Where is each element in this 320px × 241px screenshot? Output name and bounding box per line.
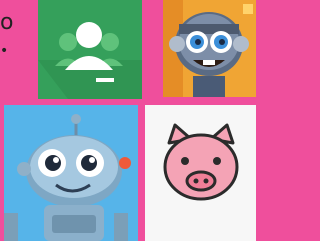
truncated-label-dot: • <box>0 43 9 59</box>
robot-avatar-icon <box>163 0 256 97</box>
truncated-label-text: o <box>0 10 14 35</box>
robot-avatar-tile[interactable] <box>163 0 256 97</box>
pig-avatar-tile[interactable] <box>145 105 256 241</box>
blue-robot-avatar-tile[interactable] <box>4 105 138 241</box>
pig-avatar-icon <box>145 105 256 241</box>
google-classroom-tile[interactable] <box>38 0 142 99</box>
truncated-label: o • <box>0 6 14 59</box>
blue-robot-avatar-icon <box>4 105 138 241</box>
google-classroom-icon <box>38 0 142 99</box>
